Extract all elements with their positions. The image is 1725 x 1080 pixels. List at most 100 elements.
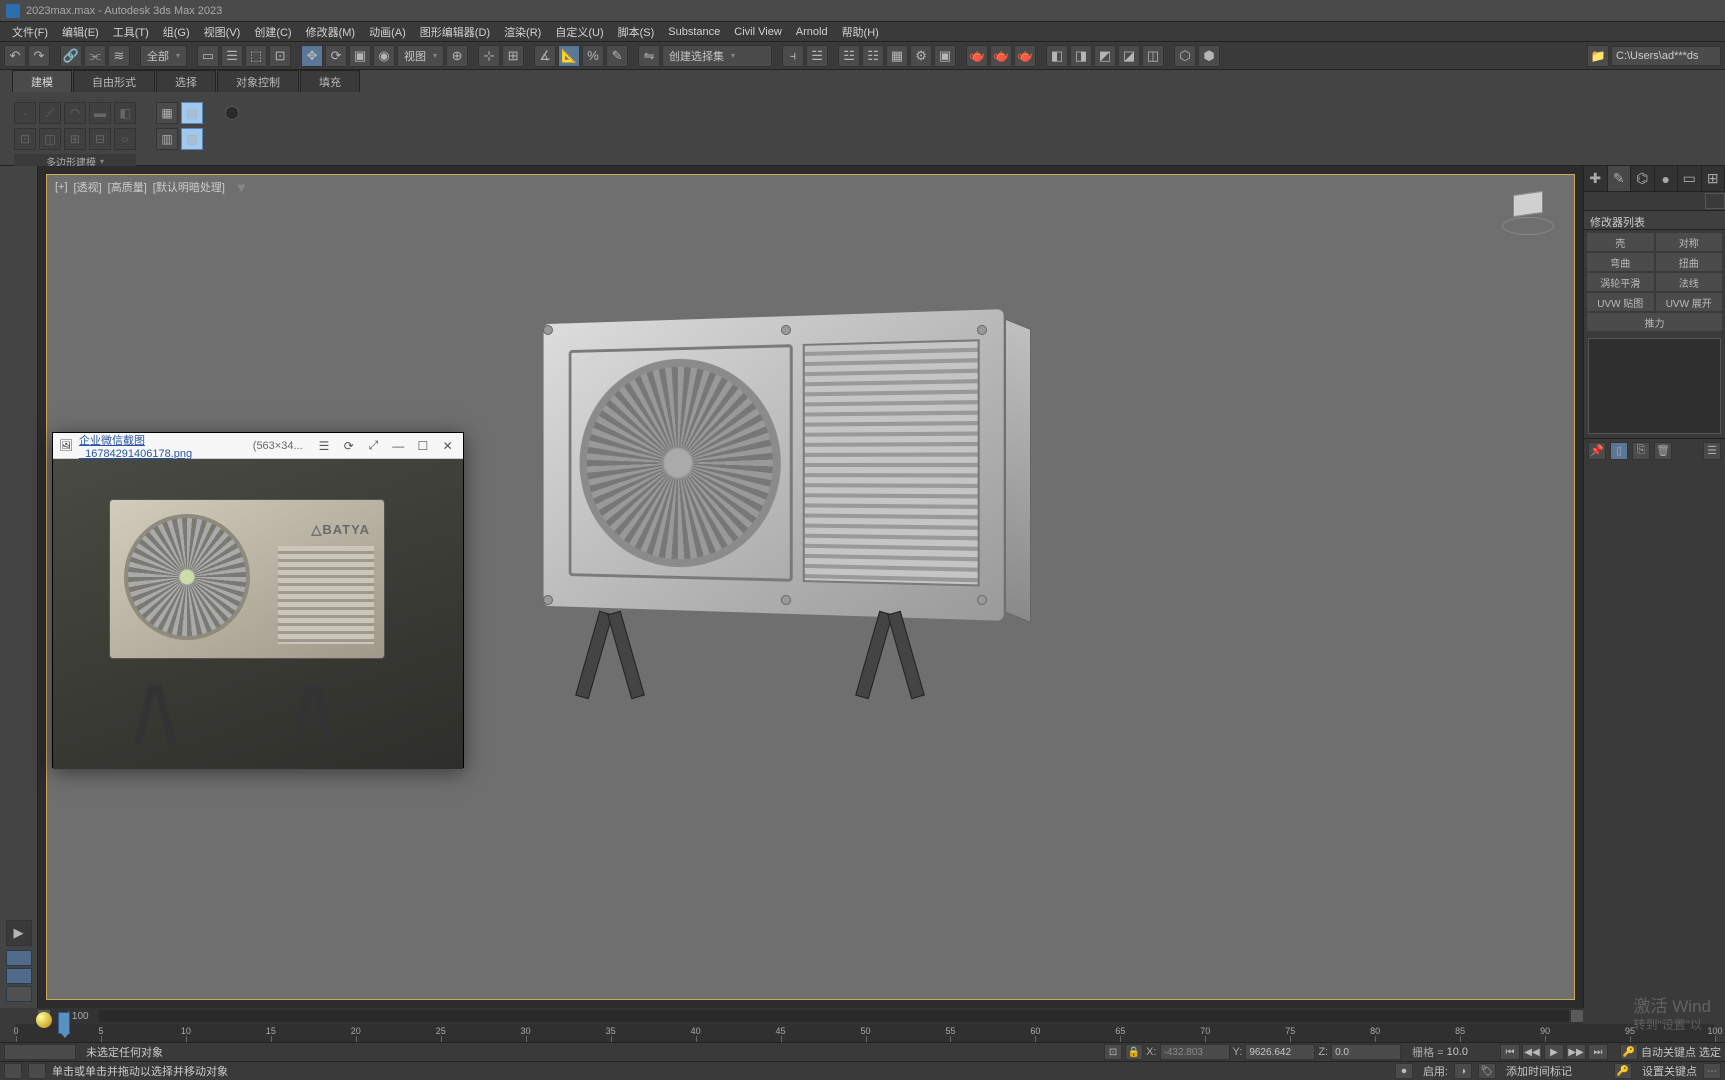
ribbon-tab-自由形式[interactable]: 自由形式 — [73, 70, 155, 92]
viewport-menu-quality[interactable]: [高质量] — [108, 179, 147, 195]
menu-Civil View[interactable]: Civil View — [730, 24, 785, 40]
x-coord[interactable]: -432.803 — [1160, 1044, 1230, 1060]
render-setup-button[interactable]: ⚙ — [910, 45, 932, 67]
modifier-stack[interactable] — [1588, 338, 1721, 434]
y-coord[interactable]: 9626.642 — [1245, 1044, 1315, 1060]
viewport-menu-shade[interactable]: [默认明暗处理] — [153, 179, 225, 195]
lock-button[interactable]: 🔒 — [1125, 1044, 1143, 1060]
refwin-fullscreen-icon[interactable]: ⤢ — [364, 437, 383, 455]
menu-视图(V)[interactable]: 视图(V) — [200, 22, 245, 42]
hierarchy-tab[interactable]: ⌬ — [1631, 166, 1655, 191]
curve-editor-button[interactable]: ☷ — [862, 45, 884, 67]
snap-tool-1[interactable]: ◧ — [1046, 45, 1068, 67]
display-tab[interactable]: ▭ — [1678, 166, 1702, 191]
goto-start-button[interactable]: ⏮ — [1500, 1044, 1520, 1060]
selection-filter-dropdown[interactable]: 全部 — [140, 45, 187, 67]
align-button[interactable]: ⫞ — [782, 45, 804, 67]
rb-i[interactable]: ▧ — [181, 128, 203, 150]
ribbon-tab-选择[interactable]: 选择 — [156, 70, 216, 92]
redo-button[interactable]: ↷ — [28, 45, 50, 67]
snap-tool-2[interactable]: ◨ — [1070, 45, 1092, 67]
play-button[interactable]: ▶ — [1544, 1044, 1564, 1060]
poly-vertex-button[interactable]: · — [14, 102, 36, 124]
snap-2d-button[interactable]: ⊹ — [478, 45, 500, 67]
reference-image-window[interactable]: 🖼 企业微信截图_16784291406178.png (563×34... ☰… — [52, 432, 464, 768]
play-script-button[interactable]: ▶ — [6, 920, 32, 946]
z-coord[interactable]: 0.0 — [1331, 1044, 1401, 1060]
pin-stack-icon[interactable]: 📌 — [1588, 442, 1606, 460]
select-button[interactable]: ▭ — [197, 45, 219, 67]
viewport-menu-view[interactable]: [透视] — [74, 179, 102, 195]
mirror-button[interactable]: ⇋ — [638, 45, 660, 67]
prev-frame-button[interactable]: ◀◀ — [1522, 1044, 1542, 1060]
refwin-close-icon[interactable]: ✕ — [438, 437, 457, 455]
modifier-涡轮平滑[interactable]: 涡轮平滑 — [1587, 273, 1654, 291]
modifier-壳[interactable]: 壳 — [1587, 233, 1654, 251]
poly-border-button[interactable]: ◠ — [64, 102, 86, 124]
next-frame-button[interactable]: ▶▶ — [1566, 1044, 1586, 1060]
modifier-对称[interactable]: 对称 — [1656, 233, 1723, 251]
modifier-list-label[interactable]: 修改器列表 — [1584, 210, 1725, 230]
menu-编辑(E)[interactable]: 编辑(E) — [58, 22, 103, 42]
ribbon-radio[interactable] — [225, 106, 239, 120]
poly-edge-button[interactable]: ⟋ — [39, 102, 61, 124]
listener-icon[interactable] — [28, 1063, 46, 1079]
menu-Substance[interactable]: Substance — [664, 24, 724, 40]
viewport-menu-plus[interactable]: [+] — [55, 181, 68, 193]
placement-button[interactable]: ◉ — [373, 45, 395, 67]
remove-modifier-icon[interactable]: 🗑 — [1654, 442, 1672, 460]
create-tab[interactable]: ✚ — [1584, 166, 1608, 191]
render-button[interactable]: 🫖 — [966, 45, 988, 67]
goto-end-button[interactable]: ⏭ — [1588, 1044, 1608, 1060]
refwin-header[interactable]: 🖼 企业微信截图_16784291406178.png (563×34... ☰… — [53, 433, 463, 459]
selected-label[interactable]: 选定 — [1699, 1044, 1721, 1060]
ribbon-tab-填充[interactable]: 填充 — [300, 70, 360, 92]
modifier-UVW 贴图[interactable]: UVW 贴图 — [1587, 293, 1654, 311]
viewport-layout-3[interactable] — [6, 986, 32, 1002]
tool-b[interactable]: ⬢ — [1198, 45, 1220, 67]
viewport-layout-1[interactable] — [6, 950, 32, 966]
rb-h[interactable]: ▥ — [156, 128, 178, 150]
rb-b[interactable]: ◫ — [39, 128, 61, 150]
edged-button[interactable]: ✎ — [606, 45, 628, 67]
rect-select-icon[interactable]: ⬚ — [245, 45, 267, 67]
time-tag-icon[interactable]: 🏷 — [1478, 1063, 1496, 1079]
rotate-button[interactable]: ⟳ — [325, 45, 347, 67]
poly-poly-button[interactable]: ▬ — [89, 102, 111, 124]
rb-d[interactable]: ⊟ — [89, 128, 111, 150]
time-scroll[interactable]: 0 / 100 — [38, 1008, 1583, 1024]
viewport-filter-icon[interactable]: ▼ — [235, 180, 248, 195]
menu-图形编辑器(D)[interactable]: 图形编辑器(D) — [416, 22, 494, 42]
move-button[interactable]: ✥ — [301, 45, 323, 67]
snap-tool-5[interactable]: ◫ — [1142, 45, 1164, 67]
bind-button[interactable]: ≋ — [108, 45, 130, 67]
window-crossing-button[interactable]: ⊡ — [269, 45, 291, 67]
motion-tab[interactable]: ● — [1655, 166, 1679, 191]
menu-渲染(R)[interactable]: 渲染(R) — [500, 22, 545, 42]
render-last-button[interactable]: 🫖 — [990, 45, 1012, 67]
menu-工具(T)[interactable]: 工具(T) — [109, 22, 153, 42]
view-cube[interactable] — [1502, 187, 1554, 239]
render-region-button[interactable]: 🫖 — [1014, 45, 1036, 67]
modifier-法线[interactable]: 法线 — [1656, 273, 1723, 291]
rb-e[interactable]: ○ — [114, 128, 136, 150]
hscroll-right[interactable] — [1571, 1010, 1583, 1022]
ref-coord-dropdown[interactable]: 视图 — [397, 45, 444, 67]
angle-snap-button[interactable]: ∡ — [534, 45, 556, 67]
modifier-弯曲[interactable]: 弯曲 — [1587, 253, 1654, 271]
menu-脚本(S)[interactable]: 脚本(S) — [614, 22, 659, 42]
menu-动画(A)[interactable]: 动画(A) — [365, 22, 410, 42]
refwin-minimize-icon[interactable]: — — [389, 437, 408, 455]
add-time-tag-label[interactable]: 添加时间标记 — [1506, 1063, 1572, 1079]
key-filters-button[interactable]: ⋯ — [1703, 1063, 1721, 1079]
material-editor-button[interactable]: ▦ — [886, 45, 908, 67]
schematic-button[interactable]: ☳ — [838, 45, 860, 67]
refwin-rotate-icon[interactable]: ⟳ — [339, 437, 358, 455]
refwin-maximize-icon[interactable]: ☐ — [414, 437, 433, 455]
pivot-button[interactable]: ⊕ — [446, 45, 468, 67]
rb-f[interactable]: ▦ — [156, 102, 178, 124]
refwin-menu-icon[interactable]: ☰ — [315, 437, 334, 455]
poly-element-button[interactable]: ◧ — [114, 102, 136, 124]
rb-c[interactable]: ⊞ — [64, 128, 86, 150]
snap-tool-4[interactable]: ◪ — [1118, 45, 1140, 67]
